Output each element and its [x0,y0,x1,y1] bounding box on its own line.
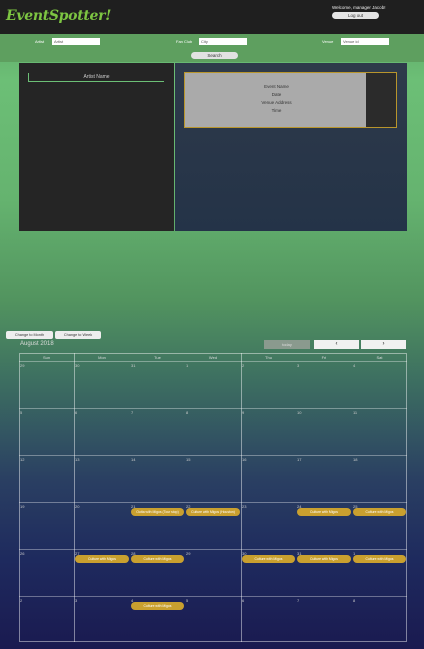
artist-filter-input[interactable]: Artist [52,38,100,45]
day-number[interactable]: 19 [20,504,24,509]
calendar-event[interactable]: Culture with Migos [297,508,351,516]
day-number[interactable]: 23 [242,504,246,509]
calendar-event[interactable]: Culture with Migos [131,555,184,563]
event-date: Date [271,92,282,97]
grid-divider [19,596,407,597]
day-number[interactable]: 26 [20,551,24,556]
city-filter-label: Fan Club [176,39,193,44]
day-number[interactable]: 4 [353,363,355,368]
day-number[interactable]: 6 [75,410,77,415]
weekday-header: Thu [265,355,272,360]
day-number[interactable]: 2 [20,598,22,603]
weekday-header: Sun [42,355,51,360]
day-number[interactable]: 15 [186,457,190,462]
calendar-event[interactable]: Culture with Migos [75,555,129,563]
grid-divider [19,502,407,503]
calendar-event[interactable]: Outta with Migos (Tour stop) [131,508,184,516]
prev-month-button[interactable]: ‹ [314,340,359,349]
app-header: EventSpotter! Welcome, manager Jacob! Lo… [0,0,424,34]
day-number[interactable]: 13 [75,457,79,462]
month-view-button[interactable]: Change to Month [6,331,53,339]
day-number[interactable]: 29 [186,551,190,556]
event-name: Event Name [264,84,289,89]
event-venue: Venue Address [261,100,292,105]
day-number[interactable]: 8 [353,598,355,603]
weekday-header: Tue [154,355,161,360]
event-card-image [366,73,396,127]
grid-divider [19,361,407,362]
day-number[interactable]: 11 [353,410,357,415]
grid-divider [19,455,407,456]
city-filter-input[interactable]: City [199,38,247,45]
artist-name-heading[interactable]: Artist Name [28,73,164,82]
artist-panel [19,63,174,231]
day-number[interactable]: 17 [297,457,301,462]
day-number[interactable]: 10 [297,410,301,415]
day-number[interactable]: 3 [297,363,299,368]
weekday-header: Wed [208,355,218,360]
calendar-event[interactable]: Culture with Migos (Houston) [186,508,240,516]
day-number[interactable]: 16 [242,457,246,462]
day-number[interactable]: 5 [186,598,188,603]
calendar-event[interactable]: Culture with Migos [242,555,295,563]
weekday-header: Sat [376,355,383,360]
day-number[interactable]: 18 [353,457,357,462]
day-number[interactable]: 29 [20,363,24,368]
welcome-text: Welcome, manager Jacob! [332,5,386,10]
day-number[interactable]: 7 [297,598,299,603]
app-logo[interactable]: EventSpotter! [6,8,111,24]
day-number[interactable]: 31 [131,363,135,368]
day-number[interactable]: 8 [186,410,188,415]
calendar-event[interactable]: Culture with Migos [353,508,406,516]
next-month-button[interactable]: › [361,340,406,349]
day-number[interactable]: 1 [186,363,188,368]
day-number[interactable]: 12 [20,457,24,462]
month-title: August 2018 [20,341,54,347]
chevron-right-icon: › [382,341,385,347]
event-time: Time [271,108,282,113]
logout-button[interactable]: Log out [332,12,379,19]
day-number[interactable]: 3 [75,598,77,603]
search-button[interactable]: Search [191,52,238,59]
venue-filter-label: Venue [322,39,334,44]
event-card[interactable]: Event Name Date Venue Address Time [184,72,397,128]
day-number[interactable]: 30 [75,363,79,368]
today-button[interactable]: today [264,340,310,349]
day-number[interactable]: 9 [242,410,244,415]
day-number[interactable]: 5 [20,410,22,415]
weekday-header: Fri [321,355,327,360]
day-number[interactable]: 6 [242,598,244,603]
day-number[interactable]: 14 [131,457,135,462]
chevron-left-icon: ‹ [335,341,338,347]
week-view-button[interactable]: Change to Week [55,331,101,339]
weekday-header: Mon [98,355,106,360]
day-number[interactable]: 2 [242,363,244,368]
grid-divider [19,408,407,409]
calendar-event[interactable]: Culture with Migos [353,555,406,563]
artist-filter-label: Artist [35,39,45,44]
calendar-event[interactable]: Culture with Migos [131,602,184,610]
calendar-event[interactable]: Culture with Migos [297,555,351,563]
grid-divider [19,549,407,550]
day-number[interactable]: 7 [131,410,133,415]
venue-filter-input[interactable]: Venue id [341,38,389,45]
day-number[interactable]: 20 [75,504,79,509]
